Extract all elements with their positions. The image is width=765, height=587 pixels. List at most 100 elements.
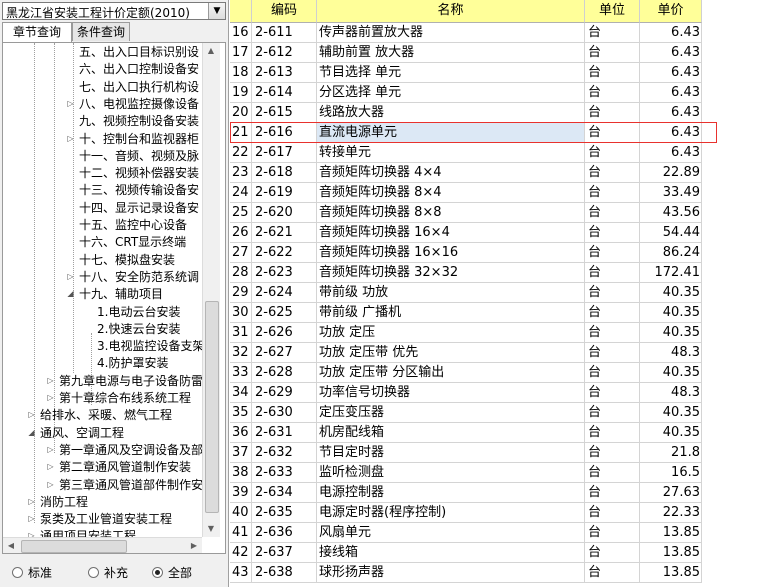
price-cell: 172.41 (640, 263, 702, 283)
tree-node[interactable]: 十五、监控中心设备 (79, 217, 187, 233)
tree-collapse-icon[interactable]: ◢ (27, 425, 36, 441)
tree-expand-icon[interactable]: ▷ (46, 459, 55, 475)
chapter-tree[interactable]: 五、出入口目标识别设 六、出入口控制设备安 七、出入口执行机构设 ▷ 八、电视监控摄像设… (2, 42, 226, 554)
tree-node[interactable]: 第二章通风管道制作安装 (59, 459, 191, 475)
tree-node[interactable]: 第九章电源与电子设备防雷 (59, 373, 203, 389)
tree-guide-line (73, 43, 74, 373)
scroll-down-icon[interactable]: ▼ (203, 521, 219, 537)
table-row[interactable]: 37 2-632 节目定时器台 21.8 (230, 443, 765, 463)
table-row[interactable]: 41 2-636 风扇单元台 13.85 (230, 523, 765, 543)
tree-node[interactable]: 十七、模拟盘安装 (79, 252, 175, 268)
table-row[interactable]: 34 2-629 功率信号切换器台 48.3 (230, 383, 765, 403)
table-row[interactable]: 24 2-619 音频矩阵切换器 8×4 台 33.49 (230, 183, 765, 203)
tree-expand-icon[interactable]: ▷ (46, 390, 55, 406)
table-row[interactable]: 21 2-616 直流电源单元台 6.43 (230, 123, 765, 143)
table-row[interactable]: 35 2-630 定压变压器台 40.35 (230, 403, 765, 423)
table-row[interactable]: 31 2-626 功放 定压台 40.35 (230, 323, 765, 343)
tree-node[interactable]: 十二、视频补偿器安装 (79, 165, 199, 181)
table-row[interactable]: 30 2-625 带前级 广播机台 40.35 (230, 303, 765, 323)
table-row[interactable]: 20 2-615 线路放大器台 6.43 (230, 103, 765, 123)
header-unit[interactable]: 单位 (585, 0, 640, 23)
table-row[interactable]: 43 2-638 球形扬声器台 13.85 (230, 563, 765, 583)
tree-node[interactable]: 1.电动云台安装 (97, 304, 180, 320)
row-number-cell: 27 (230, 243, 252, 263)
tree-expand-icon[interactable]: ▷ (27, 511, 36, 527)
tree-collapse-icon[interactable]: ◢ (66, 286, 75, 302)
unit-cell: 台 (585, 363, 640, 383)
tree-node[interactable]: 给排水、采暖、燃气工程 (40, 407, 172, 423)
table-row[interactable]: 18 2-613 节目选择 单元台 6.43 (230, 63, 765, 83)
tree-node[interactable]: 4.防护罩安装 (97, 355, 168, 371)
tree-node[interactable]: 泵类及工业管道安装工程 (40, 511, 172, 527)
table-row[interactable]: 39 2-634 电源控制器台 27.63 (230, 483, 765, 503)
tree-node[interactable]: 第三章通风管道部件制作安 (59, 477, 203, 493)
table-row[interactable]: 16 2-611 传声器前置放大器台 6.43 (230, 23, 765, 43)
unit-cell: 台 (585, 523, 640, 543)
table-row[interactable]: 40 2-635 电源定时器(程序控制) 台 22.33 (230, 503, 765, 523)
code-cell: 2-625 (252, 303, 317, 323)
tree-vertical-scroll-thumb[interactable] (205, 301, 219, 513)
quota-library-select[interactable]: 黑龙江省安装工程计价定额(2010) ▼ (2, 2, 226, 20)
tree-horizontal-scroll-thumb[interactable] (21, 540, 127, 553)
unit-cell: 台 (585, 23, 640, 43)
table-row[interactable]: 28 2-623 音频矩阵切换器 32×32 台 172.41 (230, 263, 765, 283)
tree-node[interactable]: 五、出入口目标识别设 (79, 44, 199, 60)
table-row[interactable]: 38 2-633 监听检测盘台 16.5 (230, 463, 765, 483)
scroll-up-icon[interactable]: ▲ (203, 43, 219, 59)
table-row[interactable]: 33 2-628 功放 定压带 分区输出台 40.35 (230, 363, 765, 383)
header-price[interactable]: 单价 (640, 0, 702, 23)
table-row[interactable]: 23 2-618 音频矩阵切换器 4×4 台 22.89 (230, 163, 765, 183)
table-row[interactable]: 22 2-617 转接单元台 6.43 (230, 143, 765, 163)
name-cell: 监听检测盘 (317, 463, 585, 483)
tree-node[interactable]: 第一章通风及空调设备及部 (59, 442, 203, 458)
table-row[interactable]: 17 2-612 辅助前置 放大器台 6.43 (230, 43, 765, 63)
tree-expand-icon[interactable]: ▷ (46, 477, 55, 493)
tree-node[interactable]: 十一、音频、视频及脉 (79, 148, 199, 164)
header-name[interactable]: 名称 (317, 0, 585, 23)
tree-expand-icon[interactable]: ▷ (66, 269, 75, 285)
code-cell: 2-612 (252, 43, 317, 63)
tree-expand-icon[interactable]: ▷ (27, 407, 36, 423)
tree-node[interactable]: 2.快速云台安装 (97, 321, 180, 337)
tab-chapter-query[interactable]: 章节查询 (2, 22, 72, 43)
table-row[interactable]: 29 2-624 带前级 功放台 40.35 (230, 283, 765, 303)
unit-cell: 台 (585, 403, 640, 423)
tree-node[interactable]: 八、电视监控摄像设备 (79, 96, 199, 112)
tree-node[interactable]: 七、出入口执行机构设 (79, 79, 199, 95)
tree-node[interactable]: 九、视频控制设备安装 (79, 113, 199, 129)
chevron-down-icon[interactable]: ▼ (208, 3, 225, 19)
tree-node[interactable]: 3.电视监控设备支架 (97, 338, 204, 354)
tree-node[interactable]: 十九、辅助项目 (79, 286, 163, 302)
tab-condition-query[interactable]: 条件查询 (72, 22, 130, 41)
row-number-cell: 38 (230, 463, 252, 483)
scroll-left-icon[interactable]: ◀ (3, 538, 19, 553)
tree-node[interactable]: 十六、CRT显示终端 (79, 234, 186, 250)
tree-expand-icon[interactable]: ▷ (46, 373, 55, 389)
tree-expand-icon[interactable]: ▷ (27, 494, 36, 510)
tree-expand-icon[interactable]: ▷ (46, 442, 55, 458)
table-row[interactable]: 32 2-627 功放 定压带 优先台 48.3 (230, 343, 765, 363)
tree-horizontal-scrollbar[interactable]: ◀ ▶ (3, 537, 202, 553)
table-row[interactable]: 19 2-614 分区选择 单元台 6.43 (230, 83, 765, 103)
tree-node[interactable]: 十三、视频传输设备安 (79, 182, 199, 198)
table-row[interactable]: 25 2-620 音频矩阵切换器 8×8 台 43.56 (230, 203, 765, 223)
tree-node[interactable]: 十四、显示记录设备安 (79, 200, 199, 216)
header-code[interactable]: 编码 (252, 0, 317, 23)
table-row[interactable]: 36 2-631 机房配线箱台 40.35 (230, 423, 765, 443)
table-row[interactable]: 27 2-622 音频矩阵切换器 16×16 台 86.24 (230, 243, 765, 263)
table-row[interactable]: 42 2-637 接线箱台 13.85 (230, 543, 765, 563)
tree-node[interactable]: 十、控制台和监视器柜 (79, 131, 199, 147)
tree-expand-icon[interactable]: ▷ (66, 96, 75, 112)
tree-expand-icon[interactable]: ▷ (66, 131, 75, 147)
table-row[interactable]: 26 2-621 音频矩阵切换器 16×4 台 54.44 (230, 223, 765, 243)
scroll-right-icon[interactable]: ▶ (186, 538, 202, 553)
radio-all[interactable]: 全部 (152, 565, 192, 581)
radio-standard[interactable]: 标准 (12, 565, 52, 581)
tree-node[interactable]: 六、出入口控制设备安 (79, 61, 199, 77)
tree-vertical-scrollbar[interactable]: ▲ ▼ (202, 43, 220, 537)
tree-node[interactable]: 通风、空调工程 (40, 425, 124, 441)
radio-supplement[interactable]: 补充 (88, 565, 128, 581)
tree-node[interactable]: 消防工程 (40, 494, 88, 510)
tree-node[interactable]: 十八、安全防范系统调 (79, 269, 199, 285)
tree-node[interactable]: 第十章综合布线系统工程 (59, 390, 191, 406)
